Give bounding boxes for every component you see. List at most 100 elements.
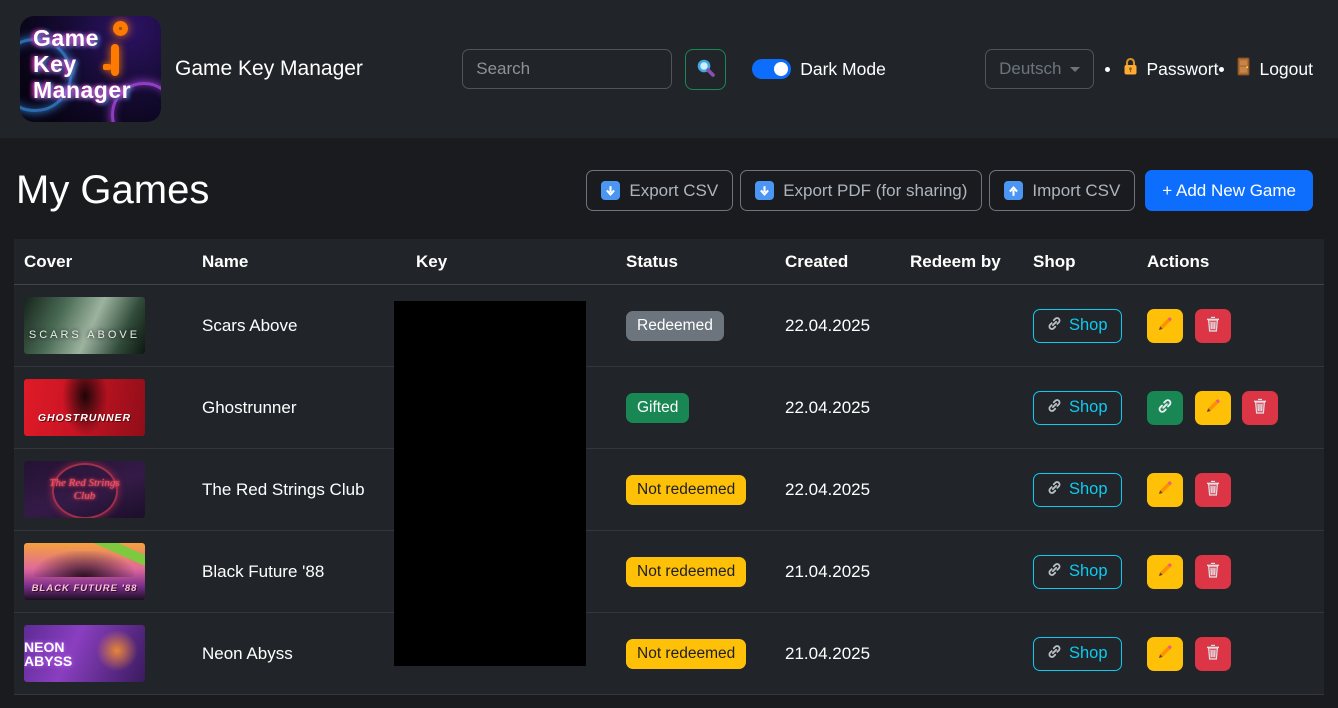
delete-button[interactable] <box>1195 473 1231 507</box>
trash-icon <box>1253 398 1267 417</box>
door-icon <box>1236 57 1251 81</box>
created-date: 22.04.2025 <box>775 449 900 531</box>
language-selected: Deutsch <box>999 59 1061 79</box>
created-date: 22.04.2025 <box>775 285 900 367</box>
navbar: Game Key Manager Game Key Manager Dark M… <box>0 0 1338 138</box>
game-cover: BLACK FUTURE '88 <box>24 543 145 600</box>
link-icon <box>1047 562 1062 582</box>
created-date: 21.04.2025 <box>775 613 900 695</box>
edit-button[interactable] <box>1147 555 1183 589</box>
export-csv-button[interactable]: Export CSV <box>586 170 733 211</box>
edit-button[interactable] <box>1195 391 1231 425</box>
table-row: SCARS ABOVE Scars Above Redeemed 22.04.2… <box>14 285 1324 367</box>
delete-button[interactable] <box>1195 309 1231 343</box>
trash-icon <box>1206 316 1220 335</box>
pencil-icon <box>1157 562 1173 581</box>
shop-button[interactable]: Shop <box>1033 473 1122 507</box>
shop-button[interactable]: Shop <box>1033 391 1122 425</box>
game-cover: The Red Strings Club <box>24 461 145 518</box>
app-logo[interactable]: Game Key Manager <box>20 16 161 122</box>
download-icon <box>755 181 774 200</box>
status-badge: Not redeemed <box>626 557 746 587</box>
shop-button[interactable]: Shop <box>1033 555 1122 589</box>
export-csv-label: Export CSV <box>629 181 718 201</box>
logo-line: Manager <box>33 77 131 103</box>
edit-button[interactable] <box>1147 473 1183 507</box>
password-link[interactable]: Passwort <box>1122 57 1219 81</box>
shop-label: Shop <box>1069 480 1108 499</box>
link-icon <box>1157 398 1173 417</box>
table-row: The Red Strings Club The Red Strings Clu… <box>14 449 1324 531</box>
import-csv-label: Import CSV <box>1032 181 1120 201</box>
pencil-icon <box>1157 644 1173 663</box>
status-badge: Redeemed <box>626 311 724 341</box>
download-icon <box>601 181 620 200</box>
col-header-created: Created <box>775 239 900 285</box>
link-icon <box>1047 316 1062 336</box>
game-name: Black Future '88 <box>192 531 406 613</box>
pencil-icon <box>1157 316 1173 335</box>
shop-button[interactable]: Shop <box>1033 309 1122 343</box>
lock-icon <box>1122 57 1139 81</box>
chevron-down-icon <box>1070 67 1080 72</box>
delete-button[interactable] <box>1195 555 1231 589</box>
status-badge: Not redeemed <box>626 639 746 669</box>
redeem-by <box>900 613 1023 695</box>
created-date: 21.04.2025 <box>775 531 900 613</box>
col-header-actions: Actions <box>1137 239 1324 285</box>
shop-label: Shop <box>1069 316 1108 335</box>
table-row: GHOSTRUNNER Ghostrunner Gifted 22.04.202… <box>14 367 1324 449</box>
magnifier-icon <box>696 58 716 81</box>
export-pdf-label: Export PDF (for sharing) <box>783 181 967 201</box>
dark-mode-toggle-group: Dark Mode <box>752 59 886 80</box>
edit-button[interactable] <box>1147 309 1183 343</box>
redeem-by <box>900 285 1023 367</box>
cover-title: GHOSTRUNNER <box>38 412 131 424</box>
language-dropdown[interactable]: Deutsch <box>985 49 1093 89</box>
game-cover: GHOSTRUNNER <box>24 379 145 436</box>
separator-dot <box>1219 67 1224 72</box>
navbar-right-group: Deutsch Passwort <box>985 49 1313 89</box>
import-csv-button[interactable]: Import CSV <box>989 170 1135 211</box>
page-header: My Games Export CSV Export PDF (for shar… <box>0 138 1338 213</box>
edit-button[interactable] <box>1147 637 1183 671</box>
pencil-icon <box>1157 480 1173 499</box>
delete-button[interactable] <box>1242 391 1278 425</box>
cover-title: The Red Strings Club <box>45 477 125 501</box>
shop-button[interactable]: Shop <box>1033 637 1122 671</box>
redacted-key-overlay <box>394 301 586 666</box>
delete-button[interactable] <box>1195 637 1231 671</box>
games-table-container: Cover Name Key Status Created Redeem by … <box>14 239 1324 695</box>
game-name: Scars Above <box>192 285 406 367</box>
toolbar: Export CSV Export PDF (for sharing) Impo… <box>586 170 1313 211</box>
col-header-cover: Cover <box>14 239 192 285</box>
shop-label: Shop <box>1069 644 1108 663</box>
game-cover: SCARS ABOVE <box>24 297 145 354</box>
games-table: Cover Name Key Status Created Redeem by … <box>14 239 1324 695</box>
trash-icon <box>1206 644 1220 663</box>
redeem-by <box>900 449 1023 531</box>
trash-icon <box>1206 562 1220 581</box>
col-header-redeem: Redeem by <box>900 239 1023 285</box>
password-label: Passwort <box>1147 59 1219 80</box>
game-name: The Red Strings Club <box>192 449 406 531</box>
redeem-by <box>900 367 1023 449</box>
logout-link[interactable]: Logout <box>1236 57 1313 81</box>
col-header-status: Status <box>616 239 775 285</box>
gift-link-button[interactable] <box>1147 391 1183 425</box>
cover-title: NEON ABYSS <box>24 640 115 668</box>
search-button[interactable] <box>685 49 726 90</box>
dark-mode-toggle[interactable] <box>752 59 791 79</box>
search-input[interactable] <box>462 49 672 89</box>
table-header-row: Cover Name Key Status Created Redeem by … <box>14 239 1324 285</box>
app-title: Game Key Manager <box>175 57 363 81</box>
pencil-icon <box>1205 398 1221 417</box>
shop-label: Shop <box>1069 398 1108 417</box>
link-icon <box>1047 398 1062 418</box>
cover-title: BLACK FUTURE '88 <box>32 583 138 594</box>
logo-line: Key <box>33 51 131 77</box>
status-badge: Not redeemed <box>626 475 746 505</box>
export-pdf-button[interactable]: Export PDF (for sharing) <box>740 170 982 211</box>
add-new-game-button[interactable]: + Add New Game <box>1145 170 1313 211</box>
redeem-by <box>900 531 1023 613</box>
